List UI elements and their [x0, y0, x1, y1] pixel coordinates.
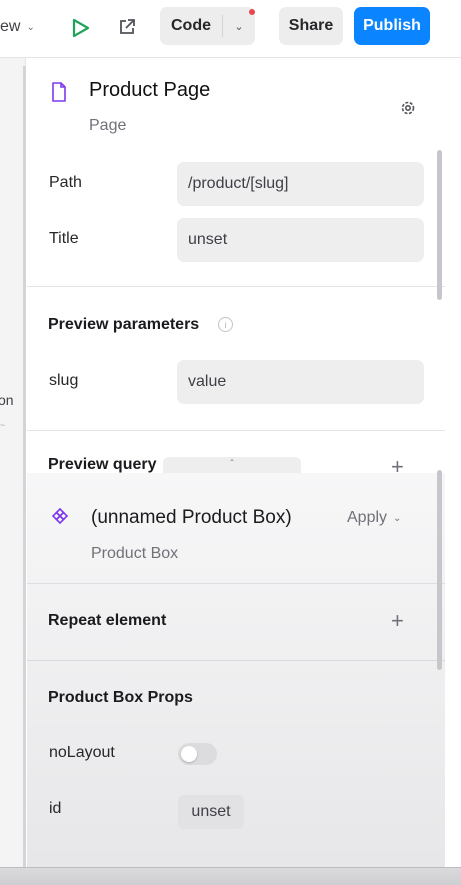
component-type-label: Product Box: [91, 545, 179, 562]
canvas-text-fragment: on: [0, 392, 14, 408]
component-section: (unnamed Product Box) Apply ⌄ Product Bo…: [27, 473, 445, 885]
slug-label: slug: [49, 372, 79, 389]
title-label: Title: [49, 230, 79, 247]
chevron-down-icon: ⌄: [393, 512, 402, 524]
canvas-area[interactable]: on ~: [0, 58, 26, 885]
path-label: Path: [49, 174, 82, 191]
title-input[interactable]: unset: [177, 218, 424, 262]
canvas-small-fragment: ~: [0, 420, 6, 430]
canvas-scrollbar[interactable]: [23, 66, 26, 876]
apply-dropdown[interactable]: Apply ⌄: [347, 509, 401, 527]
chevron-down-icon: ⌄: [234, 20, 244, 33]
slug-input[interactable]: value: [177, 360, 424, 404]
view-dropdown-label: ew: [0, 18, 21, 35]
share-button[interactable]: Share: [279, 7, 343, 45]
code-button[interactable]: Code: [160, 7, 222, 45]
id-label: id: [49, 800, 62, 817]
preview-play-button[interactable]: [66, 14, 94, 42]
page-title: Product Page: [89, 79, 211, 101]
properties-panel: Product Page Page Path /product/[slug] T…: [27, 58, 445, 885]
bottom-bar: [0, 868, 461, 885]
scrollbar-lower[interactable]: [437, 470, 442, 670]
apply-label: Apply: [347, 509, 388, 526]
info-icon[interactable]: i: [218, 317, 233, 332]
view-dropdown[interactable]: ew ⌄: [0, 16, 35, 38]
scrollbar-upper[interactable]: [437, 150, 442, 300]
chevron-down-icon: ⌄: [26, 21, 35, 33]
repeat-element-heading: Repeat element: [48, 612, 167, 629]
gear-icon[interactable]: [399, 99, 417, 117]
publish-button[interactable]: Publish: [354, 7, 430, 45]
top-toolbar: ew ⌄ Code ⌄ Share Publish: [0, 0, 461, 58]
preview-parameters-heading: Preview parameters: [48, 316, 200, 333]
preview-query-heading: Preview query: [48, 456, 157, 473]
code-button-group: Code ⌄: [160, 7, 255, 45]
divider: [27, 660, 445, 661]
play-icon: [72, 18, 90, 38]
component-name: (unnamed Product Box): [91, 507, 292, 528]
toggle-knob: [181, 746, 197, 762]
notification-dot: [249, 9, 255, 15]
open-external-button[interactable]: [114, 14, 140, 40]
id-value-button[interactable]: unset: [178, 795, 244, 829]
divider: [27, 286, 445, 287]
divider: [27, 583, 445, 584]
document-icon: [52, 82, 66, 102]
page-settings-section: Product Page Page Path /product/[slug] T…: [27, 58, 445, 479]
plus-icon[interactable]: +: [391, 608, 404, 634]
collapse-handle[interactable]: ˆ: [163, 457, 301, 473]
divider: [27, 430, 445, 431]
external-link-icon: [120, 19, 135, 34]
props-heading: Product Box Props: [48, 689, 193, 706]
nolayout-toggle[interactable]: [178, 743, 217, 765]
component-icon: [51, 507, 69, 525]
panel-edge: [445, 58, 461, 885]
nolayout-label: noLayout: [49, 744, 115, 761]
page-type-label: Page: [89, 117, 127, 134]
path-input[interactable]: /product/[slug]: [177, 162, 424, 206]
